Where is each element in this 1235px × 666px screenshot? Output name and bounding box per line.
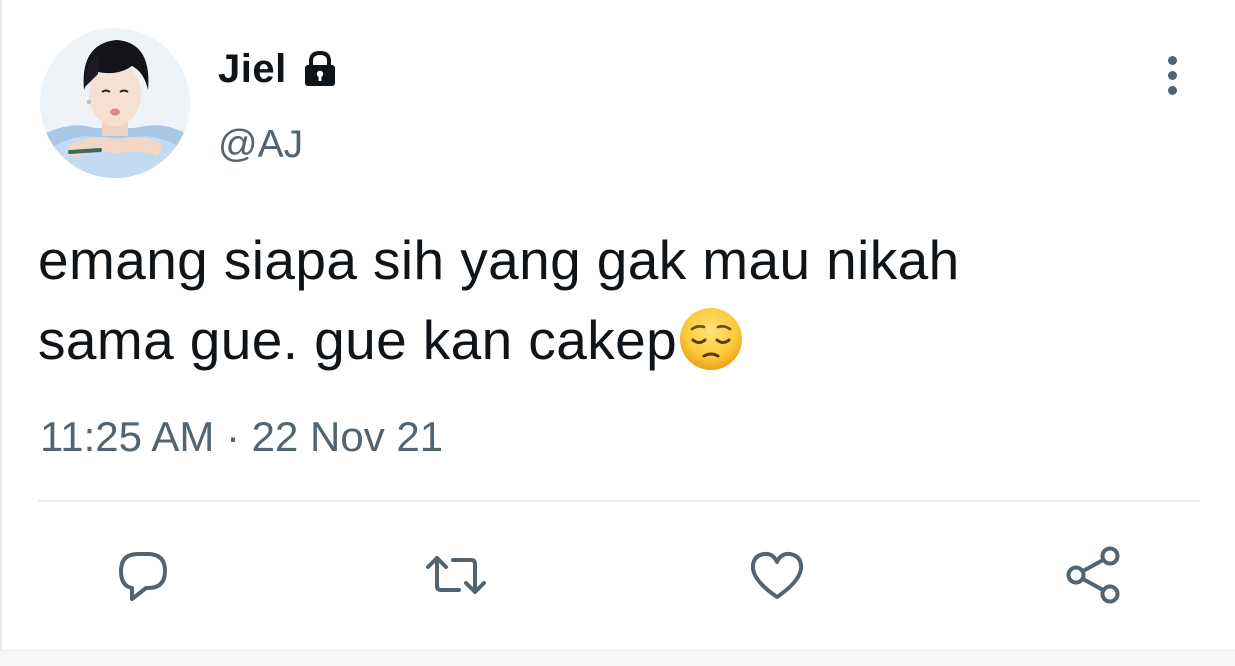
- retweet-icon: [426, 556, 486, 594]
- more-vertical-icon: [1167, 55, 1177, 65]
- display-name-row: Jiel: [218, 44, 341, 94]
- left-border: [0, 0, 2, 665]
- tweet-text-line-2-wrap: sama gue. gue kan cakep: [38, 300, 1208, 380]
- more-vertical-icon-dot: [1167, 85, 1177, 95]
- avatar-photo-icon: [40, 28, 190, 178]
- user-handle[interactable]: @AJ: [218, 123, 303, 167]
- divider: [38, 500, 1200, 502]
- share-icon: [1066, 546, 1120, 604]
- heart-icon: [750, 551, 804, 599]
- tweet-text: emang siapa sih yang gak mau nikah sama …: [38, 220, 1208, 380]
- more-options-button[interactable]: [1150, 50, 1194, 100]
- retweet-button[interactable]: [423, 542, 489, 608]
- share-button[interactable]: [1062, 542, 1128, 608]
- avatar[interactable]: [40, 28, 190, 178]
- reply-button[interactable]: [110, 542, 176, 608]
- tweet-timestamp[interactable]: 11:25 AM · 22 Nov 21: [40, 413, 443, 461]
- like-button[interactable]: [744, 542, 810, 608]
- lock-icon: [304, 50, 335, 86]
- display-name[interactable]: Jiel: [218, 47, 287, 92]
- tweet-card: Jiel @AJ emang siapa sih yang gak mau ni…: [0, 0, 1235, 666]
- reply-icon: [119, 552, 167, 601]
- tweet-text-line-1: emang siapa sih yang gak mau nikah: [38, 229, 960, 291]
- bottom-border: [0, 650, 1235, 666]
- tweet-text-line-2: sama gue. gue kan cakep: [38, 309, 678, 371]
- more-vertical-icon-dot: [1167, 70, 1177, 80]
- pensive-face-emoji-icon: [680, 308, 743, 370]
